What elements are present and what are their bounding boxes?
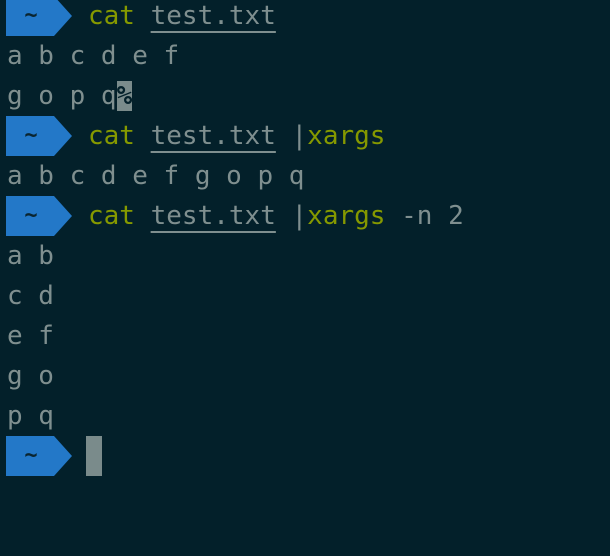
home-dir-icon: ~ (24, 443, 38, 468)
output-line: a b (7, 241, 54, 271)
prompt-line-3: ~ cat test.txt |xargs -n 2 (0, 196, 464, 236)
output-line: a b c d e f g o p q (7, 161, 305, 191)
home-dir-icon: ~ (24, 123, 38, 148)
prompt-line-1: ~ cat test.txt (0, 0, 276, 36)
file-arg: test.txt (150, 1, 276, 31)
home-dir-icon: ~ (24, 3, 38, 28)
prompt-line-2: ~ cat test.txt |xargs (0, 116, 385, 156)
home-dir-icon: ~ (24, 203, 38, 228)
prompt-line-current[interactable]: ~ (0, 436, 200, 476)
prompt-badge: ~ (6, 0, 72, 36)
prompt-badge: ~ (6, 116, 72, 156)
pipe: | (275, 121, 308, 151)
no-newline-marker: % (116, 81, 133, 111)
command: cat (88, 201, 135, 231)
file-arg: test.txt (150, 121, 276, 151)
pipe: | (275, 201, 308, 231)
file-arg: test.txt (150, 201, 276, 231)
output-line: c d (7, 281, 54, 311)
output-line: g o p q% (7, 81, 133, 111)
prompt-badge: ~ (6, 196, 72, 236)
pipe-command: xargs (307, 121, 386, 151)
output-line: e f (7, 321, 54, 351)
output-line: a b c d e f (7, 41, 180, 71)
pipe-command: xargs (307, 201, 386, 231)
prompt-badge: ~ (6, 436, 72, 476)
terminal-cursor[interactable] (86, 436, 102, 476)
output-line: p q (7, 401, 54, 431)
command-args: -n 2 (385, 201, 464, 231)
output-line: g o (7, 361, 54, 391)
command: cat (88, 121, 135, 151)
command: cat (88, 1, 135, 31)
